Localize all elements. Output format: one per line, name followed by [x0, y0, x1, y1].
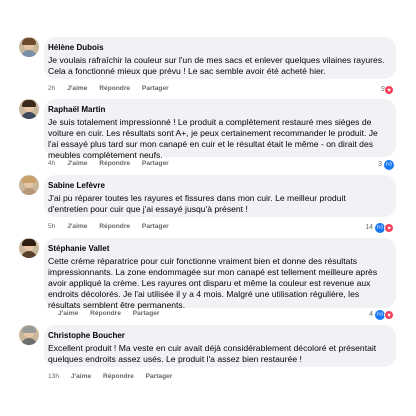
comment-author[interactable]: Hélène Dubois — [48, 42, 388, 53]
like-icon: 👍︎ — [384, 159, 394, 170]
comment-time[interactable]: 5h — [48, 223, 55, 230]
reaction-count: 4 — [369, 311, 373, 318]
like-button[interactable]: J'aime — [58, 310, 78, 317]
comment-bubble: Stéphanie Vallet Cette crème réparatrice… — [44, 238, 396, 310]
reply-button[interactable]: Répondre — [99, 160, 130, 167]
comment-bubble: Christophe Boucher Excellent produit ! M… — [44, 325, 396, 367]
avatar[interactable] — [19, 175, 39, 195]
heart-icon: ♥ — [384, 309, 394, 320]
like-button[interactable]: J'aime — [67, 85, 87, 92]
share-button[interactable]: Partager — [133, 310, 160, 317]
comment-bubble: Raphaël Martin Je suis totalement impres… — [44, 99, 396, 160]
reaction-count: 14 — [365, 224, 373, 231]
reply-button[interactable]: Répondre — [99, 85, 130, 92]
heart-icon: ♥ — [384, 222, 394, 233]
avatar[interactable] — [19, 325, 39, 345]
avatar[interactable] — [19, 99, 39, 119]
comment-bubble: Hélène Dubois Je voulais rafraîchir la c… — [44, 37, 396, 79]
comment-actions: 4h J'aime Répondre Partager — [48, 159, 179, 169]
share-button[interactable]: Partager — [142, 85, 169, 92]
share-button[interactable]: Partager — [146, 373, 173, 380]
reaction-summary[interactable]: 3 👍︎ — [378, 159, 394, 170]
comment-time[interactable]: 13h — [48, 373, 59, 380]
like-button[interactable]: J'aime — [67, 160, 87, 167]
comment-time[interactable]: 2h — [48, 85, 55, 92]
comment-actions: 13h J'aime Répondre Partager — [48, 372, 182, 382]
reaction-summary[interactable]: 9 ♥ — [381, 84, 394, 95]
reaction-summary[interactable]: 14 👍︎ ♥ — [365, 222, 394, 233]
comment-author[interactable]: Raphaël Martin — [48, 104, 388, 115]
like-button[interactable]: J'aime — [71, 373, 91, 380]
comment-time[interactable]: 4h — [48, 160, 55, 167]
comment-text: J'ai pu réparer toutes les rayures et fi… — [48, 193, 346, 214]
share-button[interactable]: Partager — [142, 223, 169, 230]
comment-author[interactable]: Sabine Lefèvre — [48, 180, 388, 191]
comment-text: Excellent produit ! Ma veste en cuir ava… — [48, 343, 377, 364]
comment-text: Je voulais rafraîchir la couleur sur l'u… — [48, 55, 385, 76]
comment-author[interactable]: Stéphanie Vallet — [48, 243, 388, 254]
comment-text: Je suis totalement impressionné ! Le pro… — [48, 117, 378, 160]
reaction-count: 3 — [378, 161, 382, 168]
avatar[interactable] — [19, 37, 39, 57]
share-button[interactable]: Partager — [142, 160, 169, 167]
comment-text: Cette crème réparatrice pour cuir foncti… — [48, 256, 378, 310]
comment-actions: 5h J'aime Répondre Partager — [48, 222, 179, 232]
like-button[interactable]: J'aime — [67, 223, 87, 230]
heart-icon: ♥ — [384, 84, 394, 95]
reaction-summary[interactable]: 4 👍︎ ♥ — [369, 309, 394, 320]
comment-author[interactable]: Christophe Boucher — [48, 330, 388, 341]
comment-actions: 2h J'aime Répondre Partager — [48, 84, 179, 94]
comment-bubble: Sabine Lefèvre J'ai pu réparer toutes le… — [44, 175, 396, 217]
avatar[interactable] — [19, 238, 39, 258]
comment-actions: J'aime Répondre Partager — [48, 309, 170, 319]
reply-button[interactable]: Répondre — [99, 223, 130, 230]
reply-button[interactable]: Répondre — [103, 373, 134, 380]
reply-button[interactable]: Répondre — [90, 310, 121, 317]
